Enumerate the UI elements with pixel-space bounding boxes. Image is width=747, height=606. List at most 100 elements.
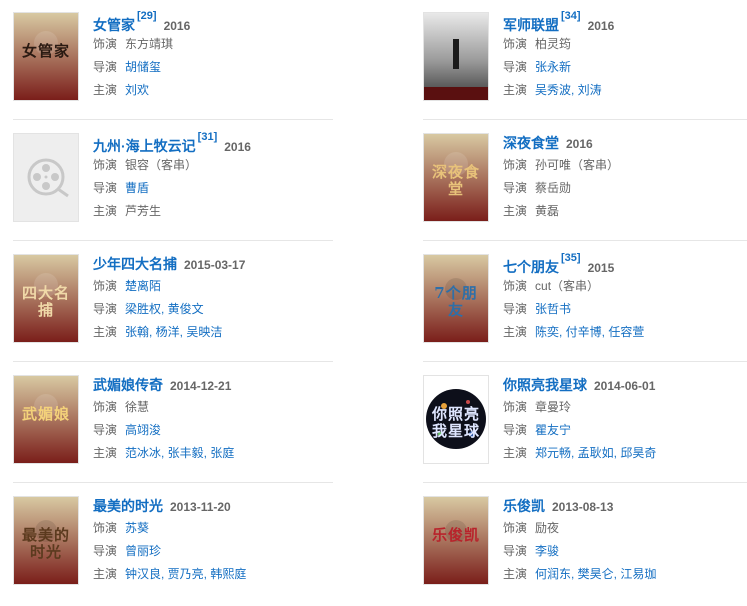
- role-value: 章曼玲: [535, 400, 572, 414]
- filmography-grid: 女管家 女管家[29]2016 饰演 东方靖琪 导演 胡储玺 主演 刘欢 军师联盟[34]201…: [0, 0, 747, 600]
- director-value[interactable]: 曾丽珍: [125, 544, 161, 558]
- film-title-line: 七个朋友[35] 2015: [503, 252, 743, 275]
- film-title-link[interactable]: 九州·海上牧云记: [93, 138, 196, 154]
- film-poster[interactable]: 深夜食堂: [423, 133, 489, 222]
- poster-text: 7个朋友: [434, 284, 478, 319]
- cast-row: 主演 张翰, 杨洋, 吴映洁: [93, 321, 333, 344]
- director-row: 导演 胡储玺: [93, 56, 333, 79]
- film-card: 四大名捕 少年四大名捕 2015-03-17 饰演 楚离陌 导演 梁胜权, 黄俊文 主演 张翰,…: [13, 254, 335, 364]
- release-date: 2014-06-01: [594, 379, 656, 393]
- citation-link[interactable]: [34]: [561, 10, 581, 22]
- film-poster[interactable]: 7个朋友: [423, 254, 489, 343]
- film-info: 乐俊凯 2013-08-13 饰演 励夜 导演 李骏 主演 何润东, 樊昊仑, 江易珈: [503, 496, 743, 586]
- film-card: 7个朋友 七个朋友[35] 2015 饰演 cut（客串） 导演 张哲书 主演 陈奕, 付辛博,…: [423, 252, 745, 364]
- director-label: 导演: [503, 544, 528, 558]
- cast-value[interactable]: 陈奕, 付辛博, 任容萱: [535, 325, 644, 339]
- director-value[interactable]: 胡储玺: [125, 60, 161, 74]
- role-label: 饰演: [503, 37, 528, 51]
- director-value[interactable]: 张哲书: [535, 302, 571, 316]
- director-value[interactable]: 李骏: [535, 544, 559, 558]
- cast-value: 黄磊: [535, 204, 560, 218]
- citation-link[interactable]: [29]: [137, 10, 157, 22]
- film-poster[interactable]: 乐俊凯: [423, 496, 489, 585]
- film-poster[interactable]: 女管家: [13, 12, 79, 101]
- director-value[interactable]: 瞿友宁: [535, 423, 571, 437]
- cast-row: 主演 范冰冰, 张丰毅, 张庭: [93, 442, 333, 465]
- film-title-link[interactable]: 深夜食堂: [503, 135, 559, 151]
- film-title-link[interactable]: 少年四大名捕: [93, 256, 177, 272]
- director-row: 导演 李骏: [503, 540, 743, 563]
- director-value[interactable]: 梁胜权, 黄俊文: [125, 302, 204, 316]
- role-row: 饰演 苏葵: [93, 517, 333, 540]
- cast-row: 主演 何润东, 樊昊仑, 江易珈: [503, 563, 743, 586]
- role-row: 饰演 银容（客串）: [93, 154, 333, 177]
- film-info: 最美的时光 2013-11-20 饰演 苏葵 导演 曾丽珍 主演 钟汉良, 贾乃亮, 韩熙庭: [93, 496, 333, 586]
- cast-label: 主演: [93, 204, 118, 218]
- film-title-link[interactable]: 军师联盟: [503, 17, 559, 33]
- role-label: 饰演: [93, 279, 118, 293]
- role-label: 饰演: [503, 279, 528, 293]
- role-value: 东方靖琪: [125, 37, 174, 51]
- film-title-line: 最美的时光 2013-11-20: [93, 496, 333, 517]
- film-card: 武媚娘 武媚娘传奇 2014-12-21 饰演 徐慧 导演 高翊浚 主演 范冰冰, 张丰毅, 张…: [13, 375, 335, 485]
- row-divider: [13, 240, 333, 241]
- film-title-link[interactable]: 你照亮我星球: [503, 377, 587, 393]
- role-value: 孙可唯（客串）: [535, 158, 620, 172]
- role-row: 饰演 柏灵筠: [503, 33, 743, 56]
- film-title-link[interactable]: 武媚娘传奇: [93, 377, 163, 393]
- citation-link[interactable]: [35]: [561, 252, 581, 264]
- release-date: 2013-08-13: [552, 500, 614, 514]
- release-date: 2016: [587, 19, 615, 33]
- film-title-line: 军师联盟[34] 2016: [503, 10, 743, 33]
- citation-link[interactable]: [31]: [198, 131, 218, 143]
- film-title-link[interactable]: 乐俊凯: [503, 498, 545, 514]
- film-poster[interactable]: [423, 12, 489, 101]
- director-row: 导演 张永新: [503, 56, 743, 79]
- role-value[interactable]: 楚离陌: [125, 279, 161, 293]
- cast-value[interactable]: 刘欢: [125, 83, 149, 97]
- film-info: 女管家[29]2016 饰演 东方靖琪 导演 胡储玺 主演 刘欢: [93, 10, 333, 102]
- film-info: 九州·海上牧云记[31]2016 饰演 银容（客串） 导演 曹盾 主演 芦芳生: [93, 131, 333, 223]
- film-poster[interactable]: [13, 133, 79, 222]
- director-value[interactable]: 曹盾: [125, 181, 149, 195]
- role-value: 柏灵筠: [535, 37, 572, 51]
- director-row: 导演 瞿友宁: [503, 419, 743, 442]
- cast-value[interactable]: 吴秀波, 刘涛: [535, 83, 602, 97]
- film-poster[interactable]: 你照亮我星球: [423, 375, 489, 464]
- cast-value[interactable]: 何润东, 樊昊仑, 江易珈: [535, 567, 656, 581]
- role-row: 饰演 东方靖琪: [93, 33, 333, 56]
- cast-value[interactable]: 郑元畅, 孟耿如, 邱昊奇: [535, 446, 656, 460]
- film-title-link[interactable]: 女管家: [93, 17, 135, 33]
- cast-row: 主演 钟汉良, 贾乃亮, 韩熙庭: [93, 563, 333, 586]
- director-value[interactable]: 高翊浚: [125, 423, 161, 437]
- role-row: 饰演 cut（客串）: [503, 275, 743, 298]
- film-card: 军师联盟[34]2016 饰演 柏灵筠 导演 张永新 主演 吴秀波, 刘涛: [423, 10, 745, 122]
- poster-text: 女管家: [21, 42, 70, 60]
- cast-value: 芦芳生: [125, 204, 162, 218]
- film-title-link[interactable]: 七个朋友: [503, 259, 559, 275]
- release-date: 2016: [566, 137, 593, 151]
- release-date: 2015: [587, 261, 615, 275]
- row-divider: [423, 482, 747, 483]
- row-divider: [13, 119, 333, 120]
- director-value[interactable]: 张永新: [535, 60, 571, 74]
- film-info: 少年四大名捕 2015-03-17 饰演 楚离陌 导演 梁胜权, 黄俊文 主演 张翰, 杨洋,…: [93, 254, 333, 344]
- role-value: 励夜: [535, 521, 560, 535]
- cast-row: 主演 刘欢: [93, 79, 333, 102]
- cast-value[interactable]: 张翰, 杨洋, 吴映洁: [125, 325, 222, 339]
- poster-text: 武媚娘: [21, 405, 70, 423]
- director-label: 导演: [93, 544, 118, 558]
- role-value[interactable]: 苏葵: [125, 521, 149, 535]
- cast-label: 主演: [93, 567, 118, 581]
- film-card: 乐俊凯 乐俊凯 2013-08-13 饰演 励夜 导演 李骏 主演 何润东, 樊昊仑, 江易珈: [423, 496, 745, 606]
- film-poster[interactable]: 武媚娘: [13, 375, 79, 464]
- film-title-link[interactable]: 最美的时光: [93, 498, 163, 514]
- cast-value[interactable]: 钟汉良, 贾乃亮, 韩熙庭: [125, 567, 246, 581]
- film-info: 你照亮我星球 2014-06-01 饰演 章曼玲 导演 瞿友宁 主演 郑元畅, 孟耿如, 邱昊…: [503, 375, 743, 465]
- film-poster[interactable]: 四大名捕: [13, 254, 79, 343]
- film-poster[interactable]: 最美的时光: [13, 496, 79, 585]
- cast-value[interactable]: 范冰冰, 张丰毅, 张庭: [125, 446, 234, 460]
- film-info: 武媚娘传奇 2014-12-21 饰演 徐慧 导演 高翊浚 主演 范冰冰, 张丰毅, 张庭: [93, 375, 333, 465]
- row-divider: [423, 119, 747, 120]
- director-row: 导演 高翊浚: [93, 419, 333, 442]
